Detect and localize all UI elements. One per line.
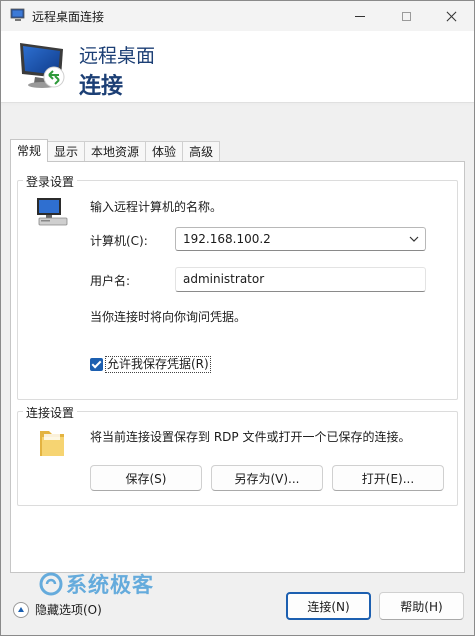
watermark: 系统极客 [39, 569, 154, 599]
header-banner: 远程桌面 连接 [1, 31, 474, 107]
remote-desktop-window: 远程桌面连接 远程桌面 连接 常规 显示 本地资源 体验 高级 登录设置 输入远… [0, 0, 475, 636]
collapse-arrow-icon[interactable] [13, 601, 29, 618]
watermark-logo-icon [39, 572, 63, 596]
username-field-label: 用户名: [90, 274, 131, 288]
tab-advanced[interactable]: 高级 [182, 141, 221, 162]
computer-icon [37, 198, 68, 226]
save-credentials-row[interactable]: 允许我保存凭据(R) [90, 355, 211, 373]
save-credentials-label[interactable]: 允许我保存凭据(R) [105, 355, 211, 373]
save-as-button[interactable]: 另存为(V)... [211, 465, 323, 491]
chevron-down-icon[interactable] [408, 232, 420, 246]
connection-settings-group: 连接设置 将当前连接设置保存到 RDP 文件或打开一个已保存的连接。 保存(S)… [17, 404, 458, 506]
computer-combobox-value: 192.168.100.2 [183, 232, 271, 246]
computer-field-label: 计算机(C): [90, 234, 148, 248]
hide-options-label[interactable]: 隐藏选项(O) [35, 601, 102, 618]
save-button[interactable]: 保存(S) [90, 465, 202, 491]
minimize-icon [355, 15, 365, 17]
connect-button[interactable]: 连接(N) [286, 592, 371, 620]
computer-instruction-text: 输入远程计算机的名称。 [90, 200, 223, 214]
connection-settings-label: 连接设置 [23, 404, 78, 421]
remote-desktop-app-icon [10, 8, 25, 21]
computer-combobox[interactable]: 192.168.100.2 [175, 227, 426, 251]
close-button[interactable] [429, 1, 475, 31]
tab-strip: 常规 显示 本地资源 体验 高级 [10, 139, 221, 162]
folder-icon [40, 431, 64, 456]
remote-desktop-monitor-icon [20, 43, 65, 88]
login-settings-group: 登录设置 输入远程计算机的名称。 计算机(C): 192.168.100.2 用… [17, 173, 458, 400]
tab-general[interactable]: 常规 [10, 139, 49, 162]
help-button[interactable]: 帮助(H) [379, 592, 464, 620]
tab-display[interactable]: 显示 [47, 141, 86, 162]
tab-experience[interactable]: 体验 [145, 141, 184, 162]
general-tab-panel: 登录设置 输入远程计算机的名称。 计算机(C): 192.168.100.2 用… [10, 161, 465, 573]
maximize-button[interactable] [383, 1, 429, 31]
minimize-button[interactable] [337, 1, 383, 31]
maximize-icon [401, 11, 411, 21]
window-title: 远程桌面连接 [32, 10, 105, 24]
banner-title-line2: 连接 [79, 74, 124, 99]
banner-title-line1: 远程桌面 [79, 45, 156, 67]
username-field-value: administrator [183, 272, 265, 286]
open-button[interactable]: 打开(E)... [332, 465, 444, 491]
title-bar[interactable]: 远程桌面连接 [1, 1, 474, 31]
connection-instruction-text: 将当前连接设置保存到 RDP 文件或打开一个已保存的连接。 [90, 430, 411, 444]
tab-local-resources[interactable]: 本地资源 [84, 141, 147, 162]
save-credentials-checkbox[interactable] [90, 357, 103, 371]
login-settings-label: 登录设置 [23, 173, 78, 190]
close-icon [447, 11, 457, 21]
credential-prompt-note: 当你连接时将向你询问凭据。 [90, 310, 247, 324]
watermark-text: 系统极客 [66, 573, 154, 597]
username-field[interactable]: administrator [175, 267, 426, 292]
hide-options-toggle[interactable]: 隐藏选项(O) [13, 601, 102, 618]
